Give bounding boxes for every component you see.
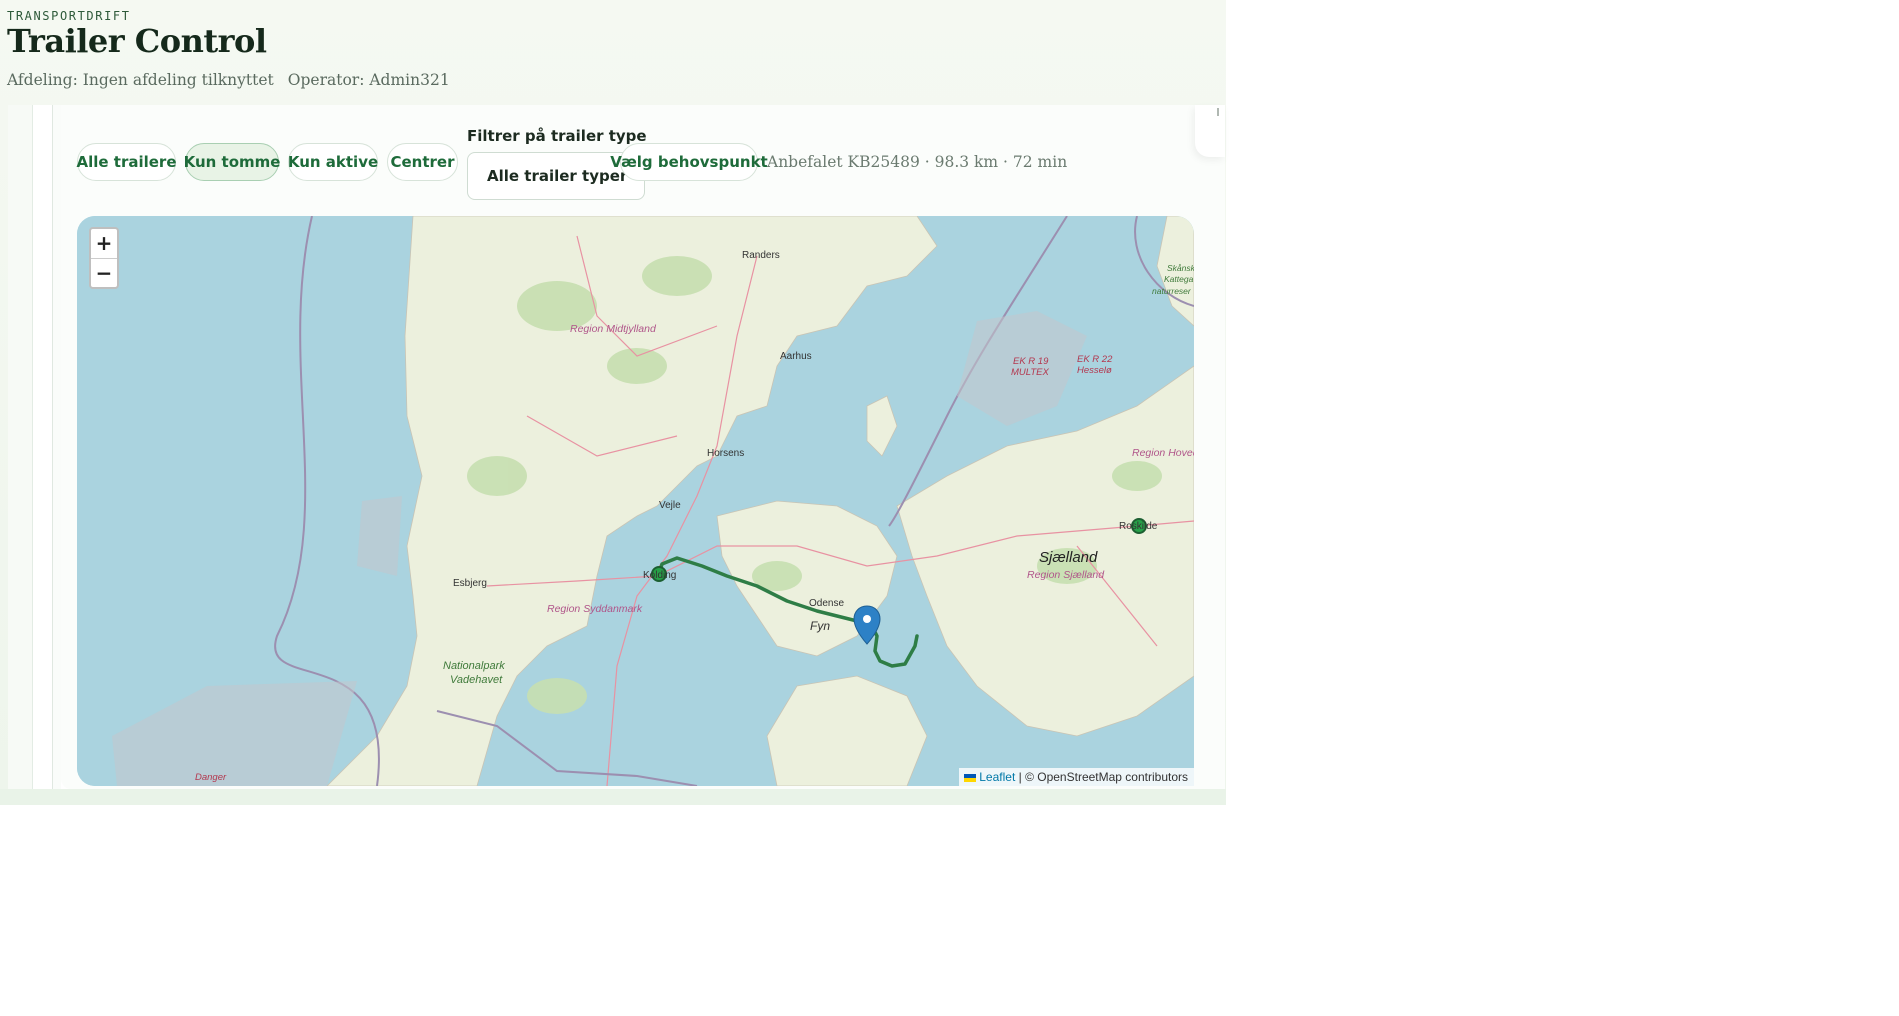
label-skane-2: Kattega [1164, 274, 1194, 284]
zoom-control: + − [89, 227, 119, 289]
map-attribution: Leaflet | © OpenStreetMap contributors [959, 768, 1194, 786]
attribution-text: | © OpenStreetMap contributors [1018, 770, 1188, 784]
page-header: TRANSPORTDRIFT Trailer Control Afdeling:… [7, 0, 1207, 105]
only-active-button[interactable]: Kun aktive [288, 143, 378, 181]
header-eyebrow: TRANSPORTDRIFT [7, 9, 131, 23]
label-park-1: Nationalpark [443, 660, 505, 672]
label-ekr22-1: EK R 22 [1077, 354, 1113, 365]
side-rail-inner [52, 105, 61, 789]
operator-label: Operator: Admin321 [287, 71, 450, 89]
label-region-syddanmark: Region Syddanmark [547, 603, 643, 615]
center-button[interactable]: Centrer [387, 143, 458, 181]
trailer-type-selected: Alle trailer typer [487, 167, 628, 185]
all-trailers-button[interactable]: Alle trailere [77, 143, 177, 181]
page-footer-strip [0, 789, 1226, 805]
label-kolding: Kolding [643, 570, 676, 581]
label-randers: Randers [742, 250, 780, 261]
label-roskilde: Roskilde [1119, 521, 1158, 532]
trailer-type-filter-label: Filtrer på trailer type [467, 127, 647, 145]
side-widget-glyph [1217, 108, 1219, 116]
side-rail [8, 105, 33, 789]
ukraine-flag-icon [964, 773, 977, 782]
label-esbjerg: Esbjerg [453, 578, 487, 589]
app-background: TRANSPORTDRIFT Trailer Control Afdeling:… [0, 0, 1226, 805]
label-ekr19-2: MULTEX [1011, 367, 1049, 378]
label-ekr19-1: EK R 19 [1013, 356, 1049, 367]
label-region-midtjylland: Region Midtjylland [570, 323, 657, 335]
department-label: Afdeling: Ingen afdeling tilknyttet [7, 71, 274, 89]
map-view[interactable]: Randers Aarhus Horsens Vejle Kolding Esb… [77, 216, 1194, 786]
label-skane-1: Skånsk [1167, 263, 1194, 273]
page-title: Trailer Control [7, 22, 267, 60]
label-sjaelland: Sjælland [1039, 549, 1098, 566]
label-aarhus: Aarhus [780, 351, 812, 362]
map-tiles[interactable]: Randers Aarhus Horsens Vejle Kolding Esb… [77, 216, 1194, 786]
leaflet-link[interactable]: Leaflet [979, 770, 1015, 784]
label-danger: Danger [195, 772, 227, 783]
label-region-hovedstaden: Region Hoved [1132, 447, 1194, 459]
label-horsens: Horsens [707, 448, 744, 459]
label-skane-3: naturreser [1152, 286, 1192, 296]
zoom-out-button[interactable]: − [91, 258, 117, 287]
label-vejle: Vejle [659, 500, 681, 511]
select-need-point-button[interactable]: Vælg behovspunkt [610, 143, 768, 181]
header-meta: Afdeling: Ingen afdeling tilknyttet Opera… [7, 71, 450, 89]
label-region-sjaelland: Region Sjælland [1027, 569, 1105, 581]
label-ekr22-2: Hesselø [1077, 365, 1112, 376]
label-fyn: Fyn [810, 619, 830, 633]
label-park-2: Vadehavet [450, 674, 503, 686]
label-odense: Odense [809, 598, 844, 609]
only-empty-button[interactable]: Kun tomme [184, 143, 280, 181]
zoom-in-button[interactable]: + [91, 229, 117, 258]
recommendation-text: Anbefalet KB25489 · 98.3 km · 72 min [767, 153, 1068, 171]
filter-toolbar: Alle trailere Kun tomme Kun aktive Centr… [77, 127, 1207, 203]
